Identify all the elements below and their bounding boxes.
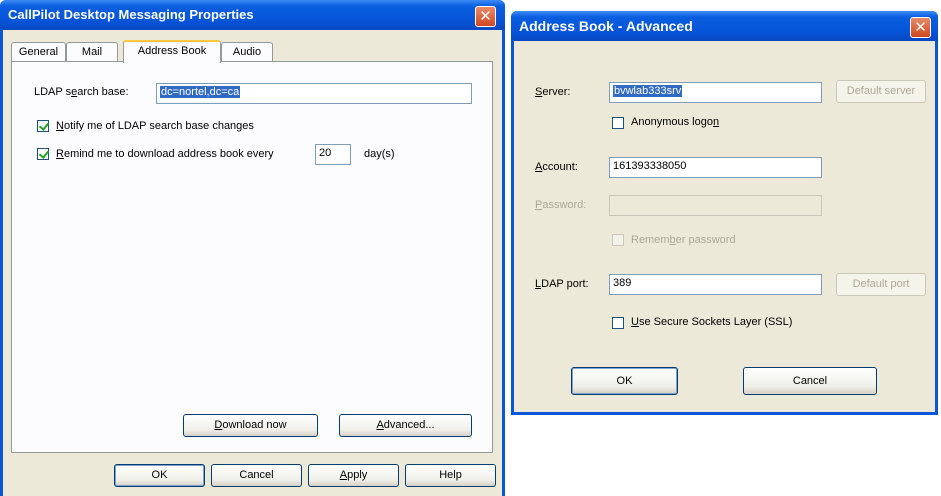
tab-mail-label: Mail [81, 46, 103, 58]
tab-general[interactable]: General [11, 42, 66, 62]
ldap-port-input[interactable]: 389 [609, 274, 822, 295]
properties-dialog: CallPilot Desktop Messaging Properties ✕… [0, 0, 505, 496]
default-server-button[interactable]: Default server [836, 80, 926, 103]
ldap-search-base-label: LDAP search base: [34, 86, 129, 98]
anonymous-logon-label[interactable]: Anonymous logon [631, 116, 719, 128]
ssl-label[interactable]: Use Secure Sockets Layer (SSL) [631, 316, 792, 328]
account-input[interactable]: 161393338050 [609, 157, 822, 178]
tab-general-label: General [18, 46, 59, 58]
notify-checkbox[interactable] [37, 120, 49, 132]
server-input[interactable]: bvwlab333srv [609, 82, 822, 103]
advanced-cancel-button[interactable]: Cancel [743, 367, 877, 395]
password-input[interactable] [609, 195, 822, 216]
tab-address-book[interactable]: Address Book [123, 40, 221, 63]
remind-days-unit: day(s) [364, 148, 395, 160]
ssl-checkbox[interactable] [612, 317, 624, 329]
address-book-panel: LDAP search base: dc=nortel,dc=ca Notify… [11, 61, 493, 453]
advanced-titlebar[interactable]: Address Book - Advanced ✕ [511, 11, 938, 41]
remind-days-input[interactable]: 20 [315, 144, 351, 165]
ok-button[interactable]: OK [114, 464, 205, 487]
tab-audio[interactable]: Audio [221, 42, 273, 62]
advanced-title: Address Book - Advanced [519, 18, 693, 34]
tab-audio-label: Audio [232, 46, 262, 58]
account-label: Account: [535, 161, 578, 173]
properties-title: CallPilot Desktop Messaging Properties [8, 7, 254, 22]
tab-address-book-label: Address Book [137, 45, 207, 57]
help-button[interactable]: Help [405, 464, 496, 487]
properties-titlebar[interactable]: CallPilot Desktop Messaging Properties ✕ [0, 0, 505, 30]
remember-password-checkbox[interactable] [612, 234, 624, 246]
ldap-search-base-input[interactable]: dc=nortel,dc=ca [156, 83, 472, 104]
default-port-button[interactable]: Default port [836, 273, 926, 296]
ldap-port-label: LDAP port: [535, 278, 589, 290]
notify-label[interactable]: Notify me of LDAP search base changes [56, 120, 254, 132]
download-now-button[interactable]: Download now [183, 414, 318, 437]
anonymous-logon-checkbox[interactable] [612, 117, 624, 129]
close-icon[interactable]: ✕ [475, 6, 496, 27]
apply-button[interactable]: Apply [308, 464, 399, 487]
server-value: bvwlab333srv [613, 85, 683, 97]
advanced-dialog: Address Book - Advanced ✕ Server: bvwlab… [511, 11, 938, 415]
password-label: Password: [535, 199, 587, 211]
properties-client: General Mail Address Book Audio LDAP sea… [3, 30, 502, 496]
remember-password-label[interactable]: Remember password [631, 234, 736, 246]
remind-label[interactable]: Remind me to download address book every [56, 148, 274, 160]
server-label: Server: [535, 86, 571, 98]
ldap-search-base-value: dc=nortel,dc=ca [160, 86, 241, 98]
cancel-button[interactable]: Cancel [211, 464, 302, 487]
remind-checkbox[interactable] [37, 148, 49, 160]
advanced-button[interactable]: Advanced... [339, 414, 472, 437]
close-icon[interactable]: ✕ [910, 17, 931, 38]
advanced-client: Server: bvwlab333srv Default server Anon… [514, 41, 935, 412]
advanced-ok-button[interactable]: OK [571, 367, 678, 395]
tab-mail[interactable]: Mail [66, 42, 118, 62]
